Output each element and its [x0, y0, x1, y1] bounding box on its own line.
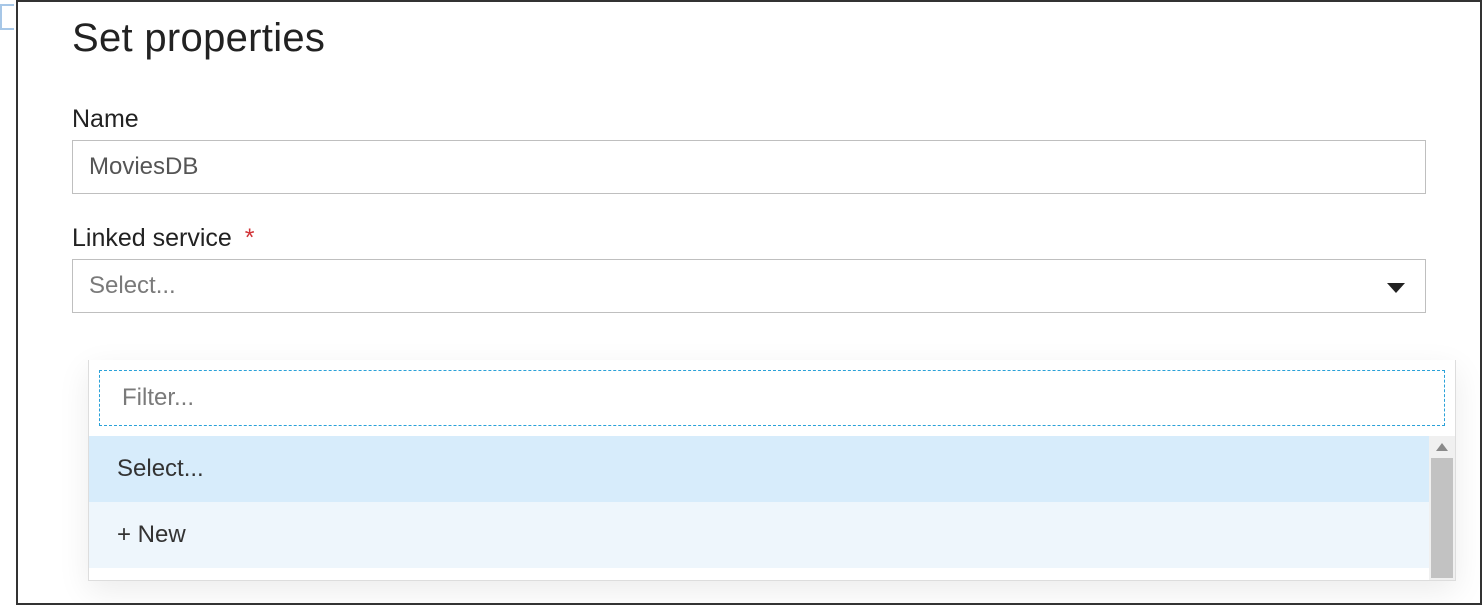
left-edge-hint	[0, 4, 14, 30]
linked-service-dropdown[interactable]: Select...	[72, 259, 1426, 313]
linked-service-placeholder: Select...	[89, 272, 176, 300]
scroll-thumb[interactable]	[1431, 458, 1453, 578]
required-asterisk: *	[245, 224, 255, 252]
scrollbar-track[interactable]	[1429, 436, 1455, 580]
name-input[interactable]	[72, 140, 1426, 194]
name-label: Name	[72, 105, 1426, 134]
name-field: Name	[72, 105, 1426, 194]
linked-service-label: Linked service *	[72, 224, 1426, 253]
options-list: Select... + New	[89, 436, 1455, 568]
page-title: Set properties	[72, 16, 1426, 61]
scroll-up-arrow-icon[interactable]	[1429, 436, 1455, 458]
options-bottom-gap	[89, 568, 1455, 580]
properties-panel: Set properties Name Linked service * Sel…	[16, 0, 1482, 605]
option-select-placeholder[interactable]: Select...	[89, 436, 1455, 502]
linked-service-field: Linked service * Select...	[72, 224, 1426, 313]
linked-service-dropdown-panel: Select... + New	[88, 360, 1456, 581]
filter-input[interactable]	[99, 370, 1445, 426]
option-new[interactable]: + New	[89, 502, 1455, 568]
panel-content: Set properties Name Linked service * Sel…	[18, 2, 1480, 313]
filter-wrap	[89, 360, 1455, 436]
caret-down-icon	[1387, 272, 1405, 300]
options-wrap: Select... + New	[89, 436, 1455, 580]
linked-service-label-text: Linked service	[72, 224, 232, 252]
